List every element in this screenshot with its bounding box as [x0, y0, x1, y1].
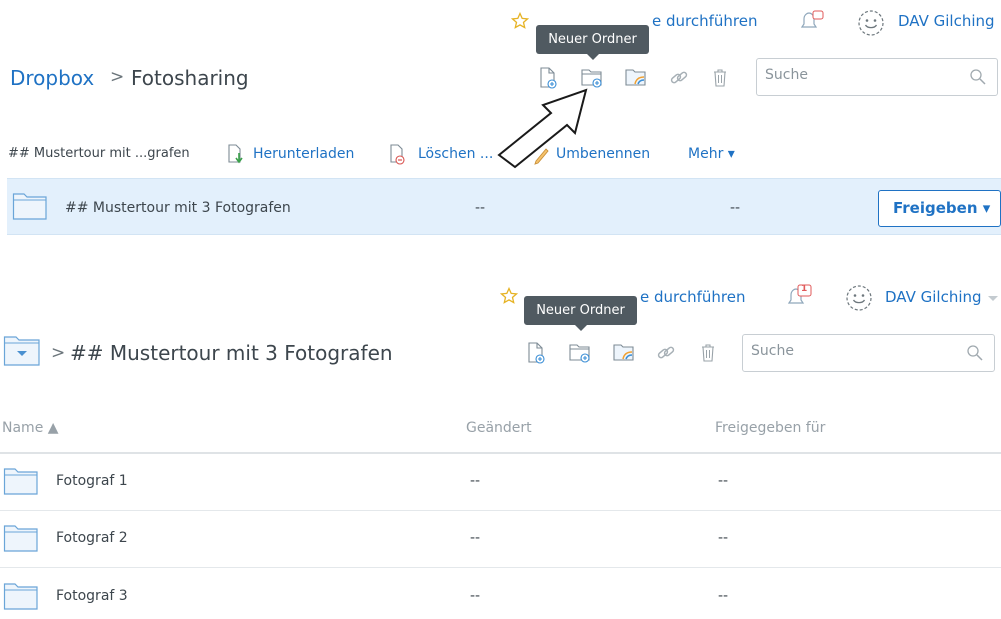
- link-icon[interactable]: [655, 343, 677, 363]
- avatar-icon[interactable]: [845, 284, 873, 312]
- breadcrumb-root[interactable]: Dropbox: [10, 66, 94, 90]
- new-folder-tooltip: Neuer Ordner: [524, 296, 637, 331]
- trash-icon[interactable]: [699, 342, 717, 364]
- delete-action[interactable]: Löschen ...: [418, 146, 493, 162]
- annotation-arrow-icon: [497, 88, 588, 169]
- delete-icon[interactable]: [388, 143, 408, 165]
- row-name[interactable]: Fotograf 2: [56, 530, 128, 546]
- folder-icon: [3, 583, 38, 610]
- page-title: Fotosharing: [131, 66, 249, 90]
- folder-icon: [12, 193, 47, 220]
- column-header-name[interactable]: Name ▲: [2, 420, 59, 436]
- more-action[interactable]: Mehr ▾: [688, 146, 735, 162]
- search-input[interactable]: [751, 341, 931, 361]
- row-name[interactable]: Fotograf 1: [56, 473, 128, 489]
- notification-bell-icon[interactable]: [798, 10, 828, 32]
- row-name[interactable]: Fotograf 3: [56, 588, 128, 604]
- row-modified: --: [470, 530, 481, 546]
- breadcrumb-separator: >: [51, 343, 66, 363]
- share-button[interactable]: Freigeben ▾: [878, 190, 1001, 227]
- breadcrumb-separator: >: [110, 67, 125, 87]
- column-header-shared[interactable]: Freigegeben für: [715, 420, 825, 436]
- search-icon[interactable]: [969, 68, 987, 86]
- trash-icon[interactable]: [711, 67, 729, 89]
- folder-icon: [3, 525, 38, 552]
- row-name[interactable]: ## Mustertour mit 3 Fotografen: [65, 200, 291, 216]
- shared-folder-icon[interactable]: [624, 67, 648, 89]
- notification-count: 1: [801, 284, 808, 294]
- row-modified: --: [470, 473, 481, 489]
- folder-icon: [3, 468, 38, 495]
- avatar-icon[interactable]: [857, 9, 885, 37]
- star-icon[interactable]: [500, 287, 518, 305]
- search-box[interactable]: [742, 334, 995, 372]
- new-file-icon[interactable]: [526, 341, 548, 365]
- folder-dropdown-icon[interactable]: [3, 334, 43, 368]
- user-name[interactable]: DAV Gilching: [885, 288, 982, 306]
- chevron-down-icon[interactable]: [987, 295, 999, 303]
- search-box[interactable]: [756, 58, 998, 96]
- row-shared: --: [718, 530, 729, 546]
- row-shared: --: [718, 588, 729, 604]
- row-shared: --: [718, 473, 729, 489]
- new-folder-tooltip: Neuer Ordner: [536, 25, 649, 60]
- page-title: ## Mustertour mit 3 Fotografen: [70, 341, 393, 365]
- table-row[interactable]: Fotograf 3 -- --: [0, 568, 1001, 619]
- tour-link[interactable]: e durchführen: [640, 288, 745, 306]
- column-header-modified[interactable]: Geändert: [466, 420, 532, 436]
- shared-folder-icon[interactable]: [612, 342, 636, 364]
- download-icon[interactable]: [226, 143, 246, 165]
- tour-link[interactable]: e durchführen: [652, 12, 757, 30]
- table-row[interactable]: Fotograf 2 -- --: [0, 511, 1001, 567]
- link-icon[interactable]: [668, 68, 690, 88]
- star-icon[interactable]: [511, 12, 529, 30]
- row-shared: --: [730, 200, 741, 216]
- user-name[interactable]: DAV Gilching: [898, 12, 995, 30]
- search-icon[interactable]: [966, 344, 984, 362]
- new-folder-icon[interactable]: [568, 342, 594, 364]
- table-row[interactable]: Fotograf 1 -- --: [0, 454, 1001, 510]
- row-modified: --: [475, 200, 486, 216]
- download-action[interactable]: Herunterladen: [253, 146, 354, 162]
- row-modified: --: [470, 588, 481, 604]
- search-input[interactable]: [765, 65, 945, 85]
- selected-item-name: ## Mustertour mit ...grafen: [8, 146, 190, 161]
